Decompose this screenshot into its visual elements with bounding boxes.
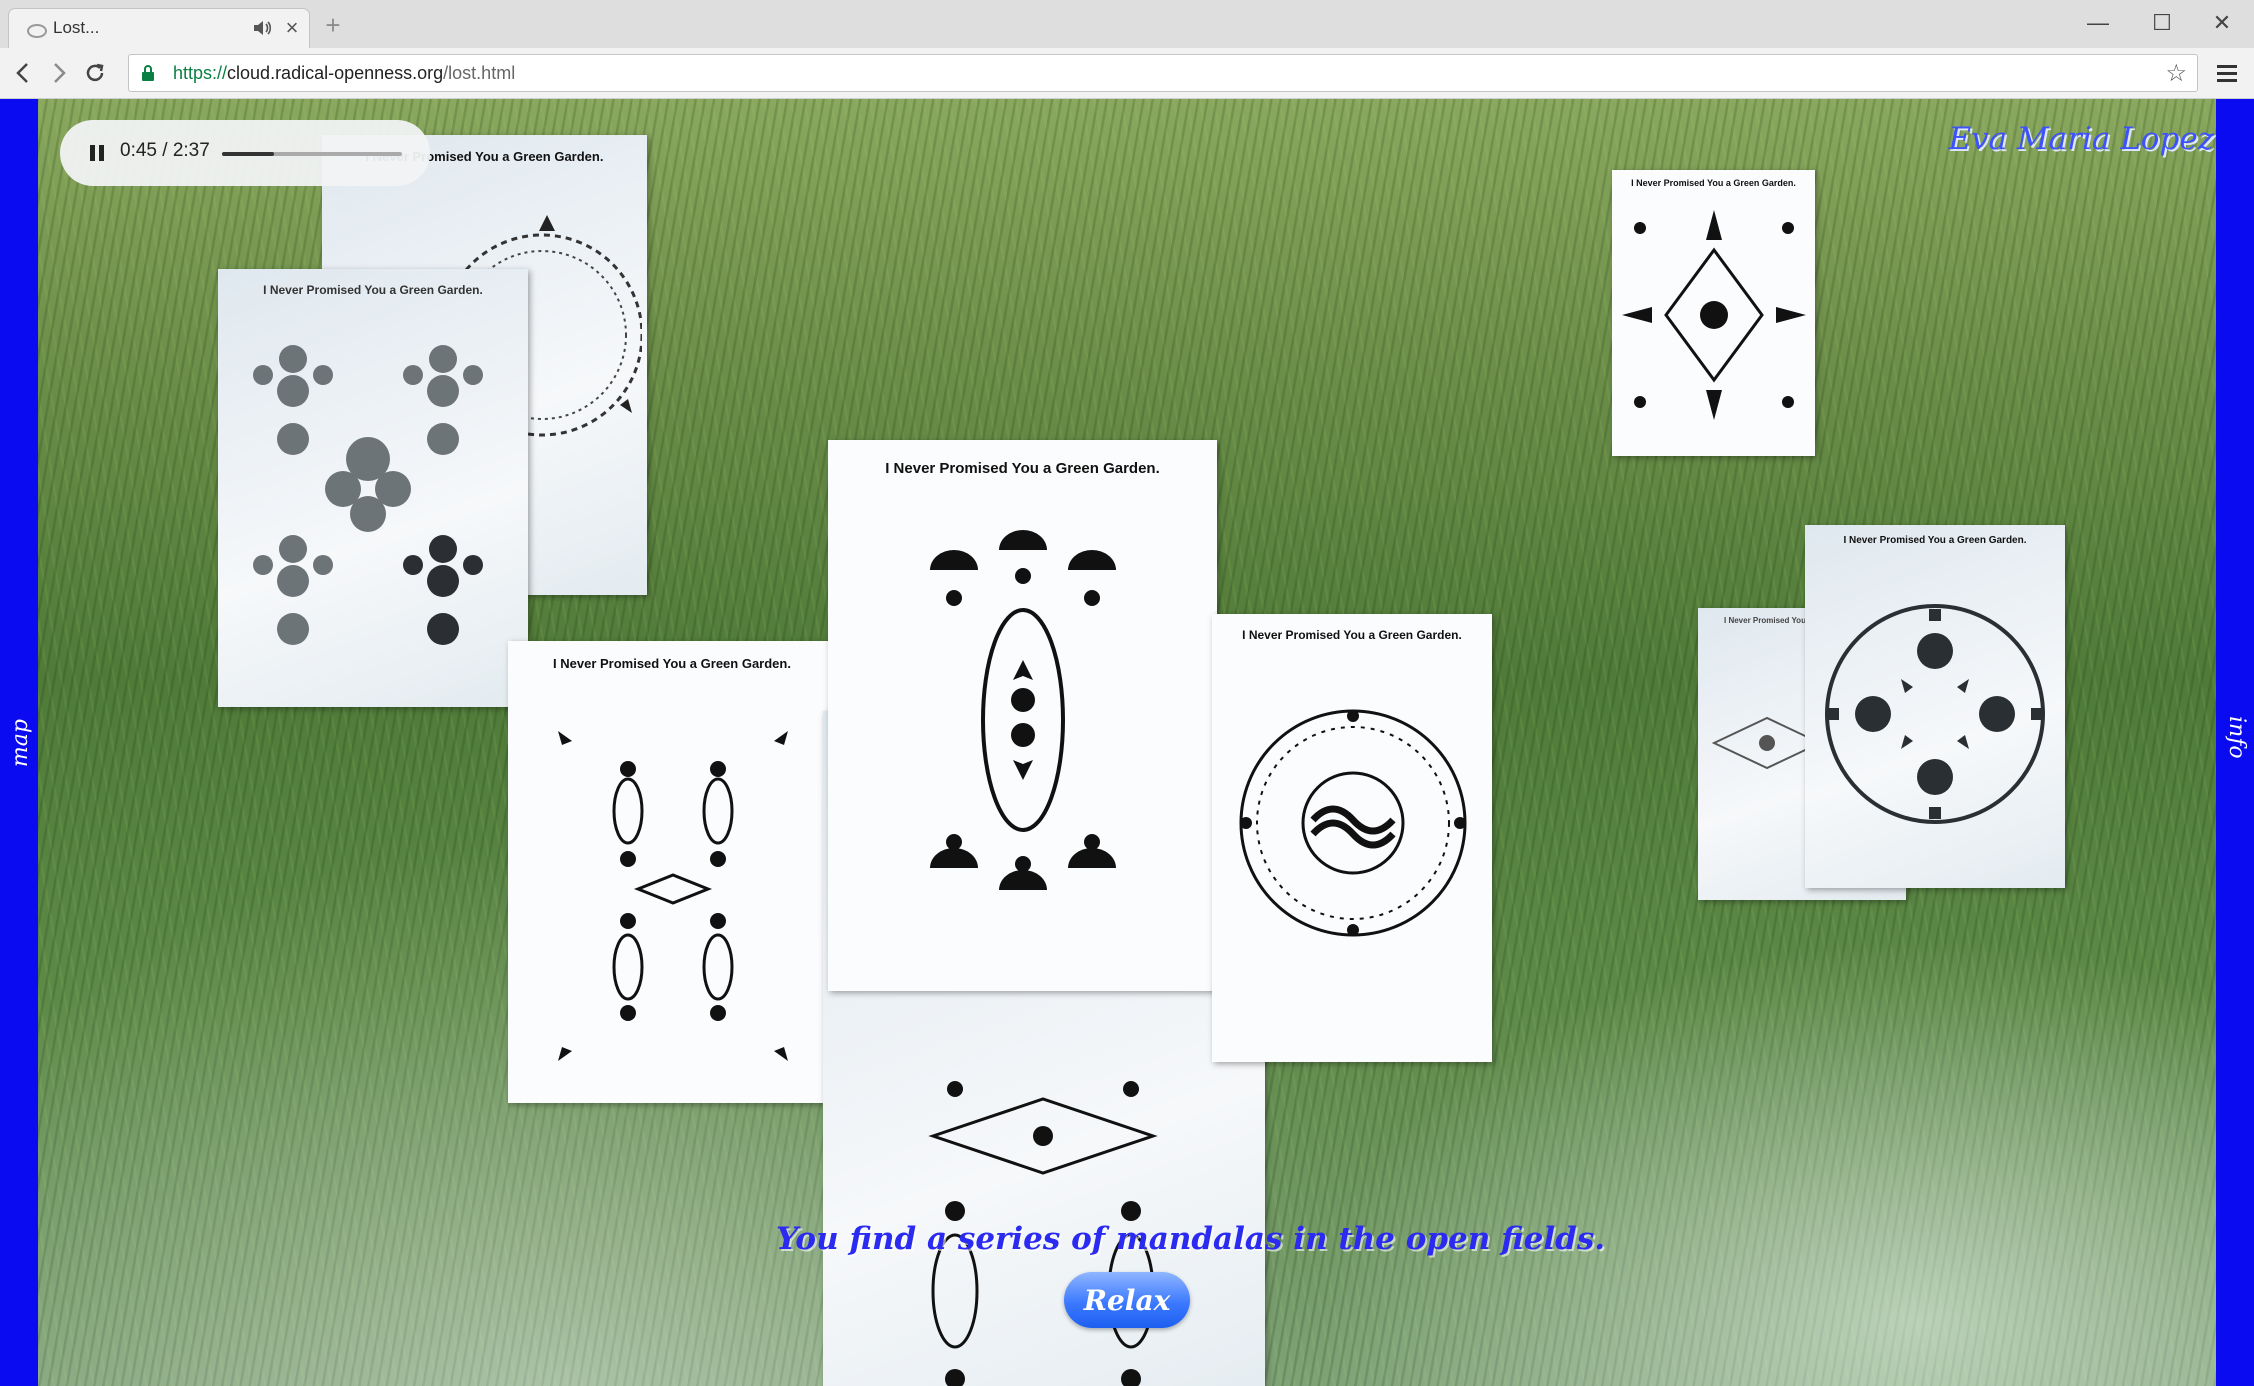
mandala-card[interactable]: I Never Promised You a Green Garden. [1212,614,1492,1062]
seek-bar[interactable] [222,152,402,156]
window-close-button[interactable]: ✕ [2202,10,2242,36]
browser-toolbar: https://cloud.radical-openness.org/lost.… [0,48,2254,99]
mandala-card[interactable]: I Never Promised You a Green Garden. [1805,525,2065,888]
page-favicon-icon [27,24,47,38]
reload-icon[interactable] [80,58,110,88]
minimize-button[interactable]: — [2078,10,2118,36]
page-viewport: map info Eva Maria Lopez I Never Promise… [0,99,2254,1386]
mandala-star-graphic [1622,210,1806,420]
card-title: I Never Promised You a Green Garden. [1843,535,2027,546]
tab-bar: Lost... × + — ☐ ✕ [0,0,2254,49]
url-scheme: https:// [173,63,228,83]
bookmark-star-icon[interactable]: ☆ [2165,59,2187,88]
back-arrow-icon[interactable] [8,58,38,88]
lock-icon [142,65,154,81]
seek-progress [222,152,275,156]
tab-title: Lost... [53,18,100,37]
forward-arrow-icon[interactable] [44,58,74,88]
mandala-knot-graphic [253,345,483,645]
url-path: /lost.html [443,63,516,83]
new-tab-button[interactable]: + [322,10,344,41]
close-tab-button[interactable]: × [281,15,303,40]
map-link[interactable]: map [8,719,33,767]
mandala-card[interactable]: I Never Promised You a Green Garden. [508,641,836,1103]
mandala-rose-graphic [1825,604,2045,824]
browser-tab[interactable]: Lost... × [8,8,310,49]
speaker-icon[interactable] [251,17,273,39]
card-title: I Never Promised You a Green Garden. [1242,628,1462,642]
relax-button[interactable]: Relax [1064,1272,1190,1328]
url-text: https://cloud.radical-openness.org/lost.… [173,63,515,84]
map-sidebar[interactable]: map [0,99,38,1386]
mandala-symmetry-graphic [558,731,788,1061]
author-name[interactable]: Eva Maria Lopez [1948,121,2214,157]
story-caption: You find a series of mandalas in the ope… [776,1221,1606,1257]
pause-icon[interactable] [84,140,110,166]
url-host: cloud.radical-openness.org [227,63,444,83]
audio-player[interactable]: 0:45 / 2:37 [60,120,430,186]
maximize-button[interactable]: ☐ [2142,10,2182,36]
mandala-shell-graphic [930,530,1116,890]
info-link[interactable]: info [2224,716,2249,759]
mandala-wave-graphic [1239,709,1467,937]
playback-time: 0:45 / 2:37 [120,140,210,161]
card-title: I Never Promised You a Green Garden. [1631,178,1796,188]
address-bar[interactable]: https://cloud.radical-openness.org/lost.… [128,54,2198,92]
card-title: I Never Promised You a Green Garden. [263,283,483,297]
card-title: I Never Promised You a Green Garden. [885,460,1160,477]
mandala-card[interactable]: I Never Promised You a Green Garden. [218,269,528,707]
card-title: I Never Promised You a Green Garden. [553,656,791,671]
info-sidebar[interactable]: info [2216,99,2254,1386]
menu-icon[interactable] [2214,58,2240,88]
mandala-card[interactable]: I Never Promised You a Green Garden. [1612,170,1815,456]
mandala-card[interactable]: I Never Promised You a Green Garden. [828,440,1217,991]
